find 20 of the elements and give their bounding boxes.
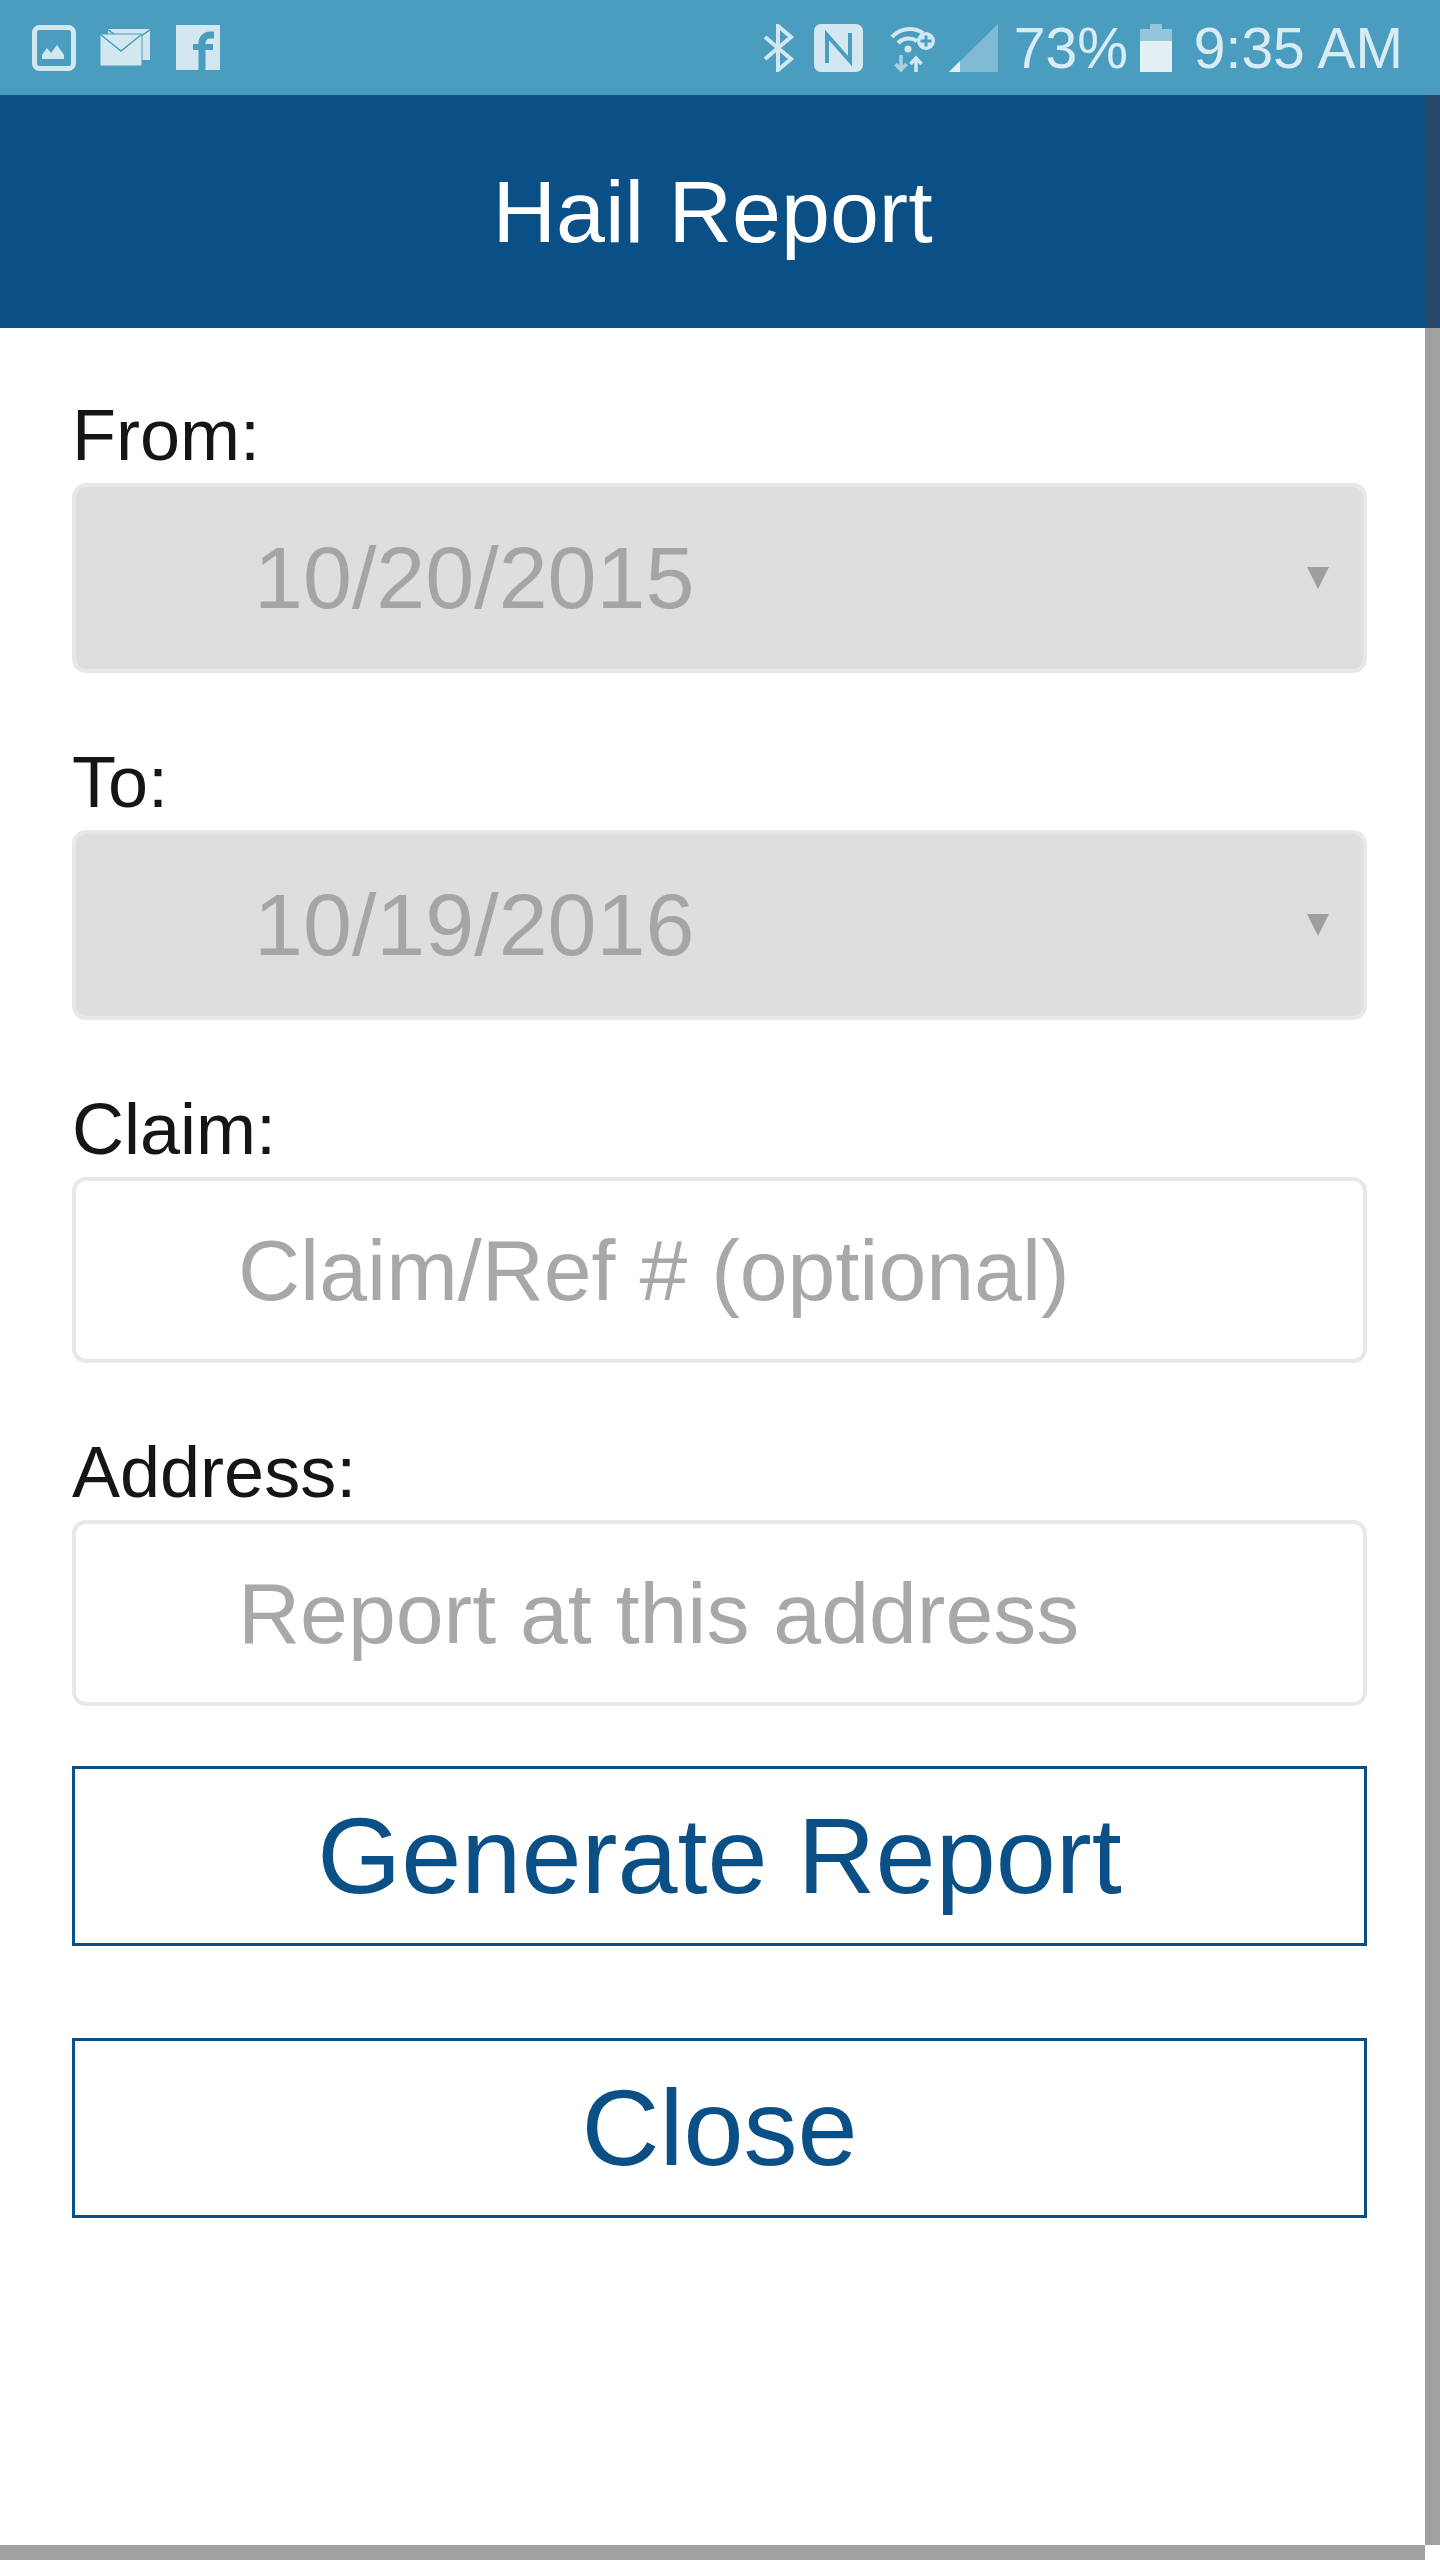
- mail-icon: [100, 29, 150, 66]
- bluetooth-icon: [761, 23, 796, 72]
- text-input-field[interactable]: Report at this address: [72, 1520, 1367, 1706]
- field-label: Claim:: [72, 1088, 276, 1171]
- dropdown-caret-icon: [1307, 914, 1329, 936]
- battery-icon: [1139, 23, 1172, 72]
- nfc-icon: [813, 23, 863, 72]
- field-label: Address:: [72, 1431, 357, 1514]
- text-input-field[interactable]: Claim/Ref # (optional): [72, 1177, 1367, 1363]
- square-f-icon: [176, 25, 220, 70]
- battery-percent: 73%: [1013, 14, 1128, 81]
- signal-icon: [948, 23, 998, 72]
- field-label: To:: [72, 741, 169, 824]
- clock-time: 9:35 AM: [1193, 14, 1403, 81]
- action-button[interactable]: Close: [72, 2038, 1367, 2218]
- action-button[interactable]: Generate Report: [72, 1766, 1367, 1946]
- picture-icon: [32, 24, 76, 71]
- field-label: From:: [72, 394, 260, 477]
- screen-title: Hail Report: [492, 160, 933, 263]
- dropdown-caret-icon: [1307, 567, 1329, 589]
